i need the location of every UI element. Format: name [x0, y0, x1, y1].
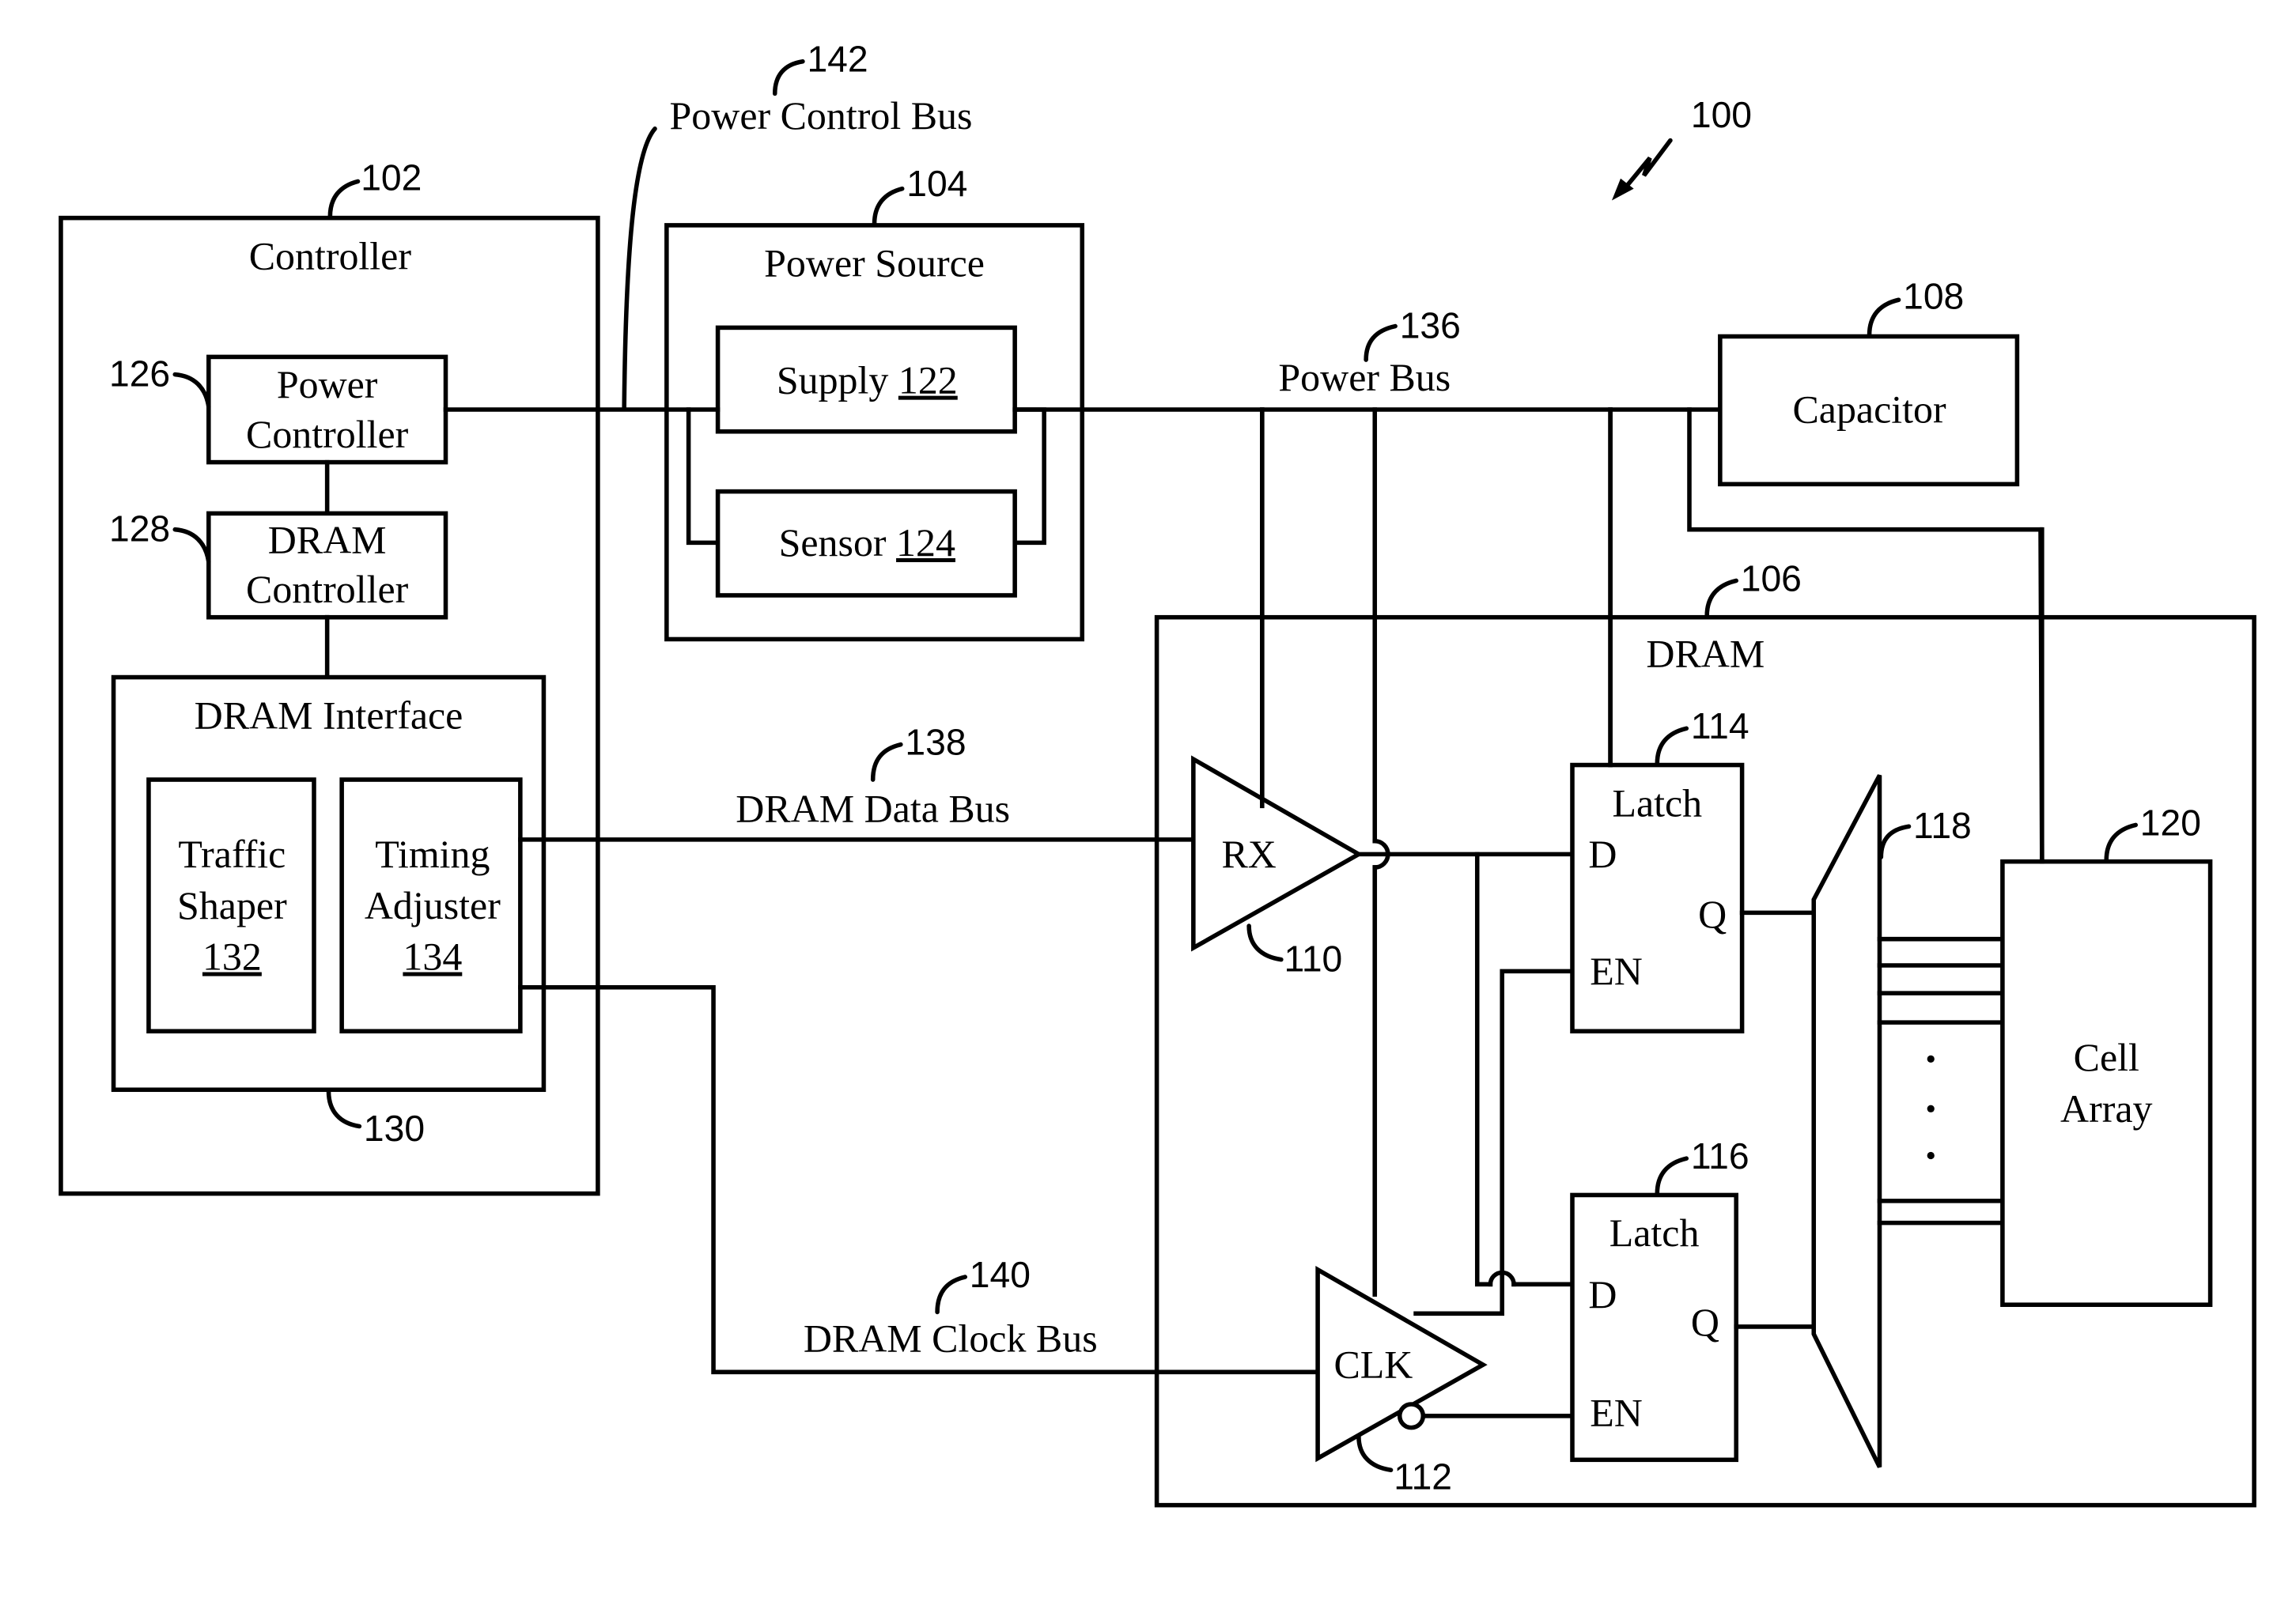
controller-title: Controller — [249, 233, 412, 278]
ellipsis-dot-2 — [1927, 1105, 1935, 1112]
power-controller-label-line1: Power — [277, 362, 378, 406]
latch-a-ref: 114 — [1691, 705, 1749, 746]
latch-b-title: Latch — [1609, 1211, 1700, 1255]
capacitor-ref: 108 — [1903, 275, 1964, 316]
latch-b-ref-leader — [1655, 1156, 1689, 1196]
latch-a-q-pin: Q — [1698, 892, 1727, 936]
power-control-bus-leader — [622, 127, 657, 410]
ellipsis-dot-1 — [1927, 1055, 1935, 1063]
traffic-shaper-ref: 132 — [202, 935, 262, 979]
dram-data-bus-ref: 138 — [905, 722, 966, 763]
power-control-bus-label: Power Control Bus — [670, 93, 973, 138]
block-diagram: 100 Controller 102 Power Controller 126 … — [59, 39, 2256, 1508]
dram-interface-title: DRAM Interface — [195, 693, 463, 737]
dram-clock-bus-ref: 140 — [970, 1254, 1031, 1295]
dram-clock-bus-line — [518, 984, 1320, 1375]
clk-ref: 112 — [1394, 1456, 1452, 1497]
power-control-bus-ref: 142 — [807, 39, 868, 80]
timing-adjuster-label-line2: Adjuster — [365, 883, 501, 927]
clk-label-text: CLK — [1333, 1343, 1413, 1387]
supply-label: Supply 122 — [777, 358, 958, 402]
sensor-label-text: Sensor — [779, 520, 887, 565]
rx-to-latch-b-d-wire — [1474, 852, 1493, 1287]
ellipsis-dot-3 — [1927, 1151, 1935, 1160]
timing-adjuster-ref: 134 — [403, 935, 462, 979]
power-control-bus-ref-leader — [772, 59, 805, 96]
dram-ref: 106 — [1741, 557, 1802, 599]
timing-adjuster-label-line1: Timing — [375, 832, 490, 876]
latch-b-ref: 116 — [1691, 1135, 1749, 1177]
power-bus-label: Power Bus — [1278, 355, 1451, 399]
latch-b-en-pin: EN — [1590, 1391, 1643, 1435]
figure-ref-number: 100 — [1691, 94, 1752, 135]
dram-clock-bus-ref-leader — [935, 1275, 968, 1315]
power-bus-ref: 136 — [1400, 304, 1461, 346]
power-controller-label-line2: Controller — [246, 412, 409, 456]
figure-reference-100: 100 — [1611, 94, 1752, 201]
latch-a-title: Latch — [1612, 780, 1702, 825]
controller-ref-leader — [327, 179, 361, 219]
dram-data-bus-label: DRAM Data Bus — [736, 787, 1010, 831]
rx-ref-leader — [1246, 923, 1284, 962]
cell-array-box — [2000, 859, 2213, 1307]
cell-array-label-line1: Cell — [2074, 1035, 2139, 1079]
dram-interface-ref: 130 — [364, 1108, 425, 1149]
dram-ref-leader — [1704, 578, 1738, 618]
figure-ref-arrow-icon — [1620, 138, 1673, 195]
power-source-title: Power Source — [764, 241, 985, 285]
power-source-ref: 104 — [906, 163, 967, 204]
dram-clock-bus-label: DRAM Clock Bus — [804, 1316, 1098, 1360]
dram-data-bus-ref-leader — [870, 742, 903, 782]
capacitor-label: Capacitor — [1792, 387, 1946, 432]
power-source-block: Power Source 104 Supply 122 Sensor 124 — [664, 163, 1085, 642]
supply-ref: 122 — [898, 358, 958, 402]
latch-a-d-pin: D — [1588, 832, 1617, 876]
mux-ref: 118 — [1913, 805, 1972, 846]
controller-ref: 102 — [361, 157, 422, 198]
rx-label: RX — [1221, 832, 1276, 876]
capacitor-ref-leader — [1867, 297, 1901, 338]
rx-ref: 110 — [1284, 938, 1343, 979]
cell-array-ref-leader — [2104, 822, 2139, 863]
latch-a-en-pin: EN — [1590, 949, 1643, 993]
sensor-ref: 124 — [896, 520, 955, 565]
power-source-ref-leader — [872, 186, 905, 226]
latch-b-d-pin: D — [1588, 1272, 1617, 1316]
dram-controller-label-line2: Controller — [246, 567, 409, 611]
capacitor-block: Capacitor 108 — [1718, 275, 2020, 487]
dram-clock-bus: DRAM Clock Bus 140 — [518, 984, 1320, 1375]
traffic-shaper-label-line2: Shaper — [177, 883, 287, 927]
clk-ref-leader — [1356, 1433, 1394, 1473]
clk-inverted-output-bubble-icon — [1397, 1402, 1426, 1430]
dram-controller-label-line1: DRAM — [268, 517, 387, 561]
dram-controller-ref: 128 — [109, 508, 170, 549]
mux-icon — [1811, 774, 1882, 1468]
power-controller-ref: 126 — [109, 353, 170, 394]
mux-ref-leader — [1878, 824, 1912, 859]
sensor-label: Sensor 124 — [779, 520, 955, 565]
cell-array-label-line2: Array — [2060, 1086, 2152, 1131]
traffic-shaper-label-line1: Traffic — [178, 832, 286, 876]
dram-block: DRAM 106 RX 110 CLK 112 Latch D Q EN 114… — [1154, 407, 2256, 1508]
latch-a-ref-leader — [1655, 726, 1689, 766]
dram-title: DRAM — [1646, 632, 1765, 676]
clk-to-latch-a-en-wire — [1413, 969, 1575, 1316]
controller-block: Controller 102 Power Controller 126 DRAM… — [59, 157, 600, 1196]
dram-data-bus: DRAM Data Bus 138 — [518, 722, 1196, 842]
cell-array-ref: 120 — [2140, 802, 2201, 843]
supply-label-text: Supply — [777, 358, 889, 402]
latch-b-q-pin: Q — [1691, 1300, 1719, 1344]
